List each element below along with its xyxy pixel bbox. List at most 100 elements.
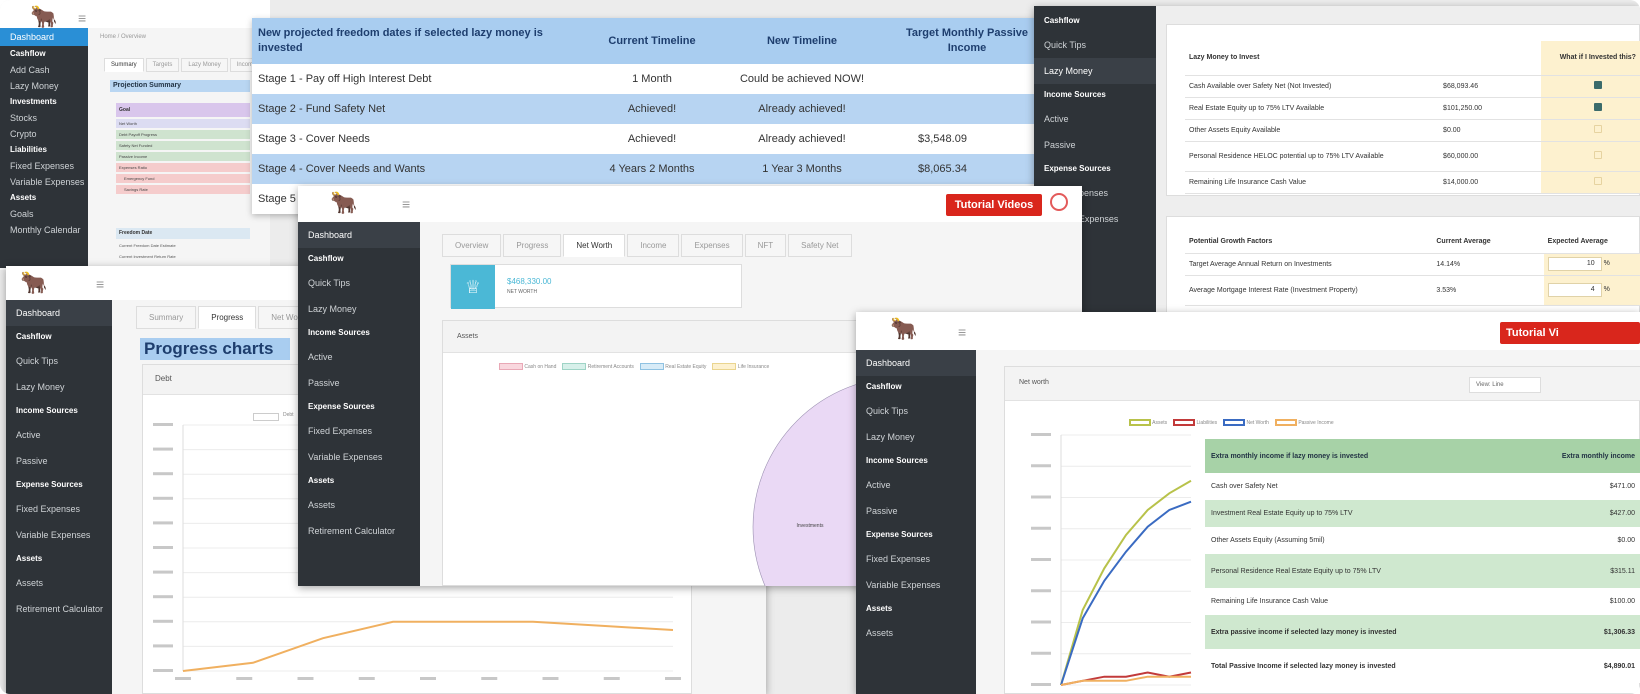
y-tick-label: [153, 546, 173, 549]
sidebar-item[interactable]: Retirement Calculator: [298, 518, 420, 544]
tab-summary[interactable]: Summary: [104, 58, 144, 72]
sidebar-item[interactable]: Dashboard: [298, 222, 420, 248]
y-tick-label: [153, 619, 173, 623]
sidebar-item[interactable]: Active: [1034, 106, 1156, 132]
sidebar-item[interactable]: Quick Tips: [6, 348, 112, 374]
expected-rate-input[interactable]: 4: [1547, 283, 1602, 297]
y-tick-label: [1031, 683, 1051, 686]
pie-tabs: Overview Progress Net Worth Income Expen…: [442, 234, 852, 257]
legend-label: Passive Income: [1298, 419, 1334, 426]
table-row: Other Assets Equity Available $0.00: [1185, 119, 1640, 142]
bull-logo-icon[interactable]: 🐂: [330, 190, 357, 216]
sidebar-item[interactable]: Fixed Expenses: [298, 418, 420, 444]
table-row: Total Passive Income if selected lazy mo…: [1205, 649, 1640, 683]
sidebar-item[interactable]: Fixed Expenses: [0, 158, 88, 174]
extra-label: Total Passive Income if selected lazy mo…: [1205, 649, 1505, 683]
sidebar-item[interactable]: Lazy Money: [856, 424, 976, 450]
net-worth-window: 🐂 ≡ Tutorial Vi Dashboard Cashflow Quick…: [856, 312, 1640, 694]
bull-logo-icon[interactable]: 🐂: [890, 316, 917, 342]
sidebar-item[interactable]: Assets: [298, 492, 420, 518]
checkbox-empty-icon[interactable]: [1593, 151, 1602, 159]
checkbox-checked-icon[interactable]: [1593, 81, 1602, 89]
hamburger-menu-icon[interactable]: ≡: [78, 10, 86, 26]
sidebar-item[interactable]: Variable Expenses: [298, 444, 420, 470]
sidebar-item[interactable]: Variable Expenses: [6, 522, 112, 548]
sidebar-item[interactable]: Lazy Money: [6, 374, 112, 400]
sidebar-item[interactable]: Stocks: [0, 110, 88, 126]
x-tick-label: [603, 677, 620, 680]
view-select[interactable]: View: Line: [1469, 377, 1541, 393]
sidebar-item[interactable]: Active: [298, 344, 420, 370]
new-cell: 1 Year 3 Months: [722, 154, 882, 184]
y-tick-label: [1031, 464, 1051, 468]
sidebar-item[interactable]: Monthly Calendar: [0, 222, 88, 238]
tab-net-worth[interactable]: Net Worth: [563, 234, 626, 257]
sidebar-item[interactable]: Active: [856, 472, 976, 498]
sidebar-item[interactable]: Crypto: [0, 126, 88, 142]
hamburger-menu-icon[interactable]: ≡: [402, 196, 410, 212]
checkbox-empty-icon[interactable]: [1593, 125, 1602, 133]
sidebar-item[interactable]: Retirement Calculator: [6, 596, 112, 622]
column-header: New projected freedom dates if selected …: [252, 18, 582, 64]
tutorial-videos-button[interactable]: Tutorial Videos: [946, 194, 1042, 216]
tab-progress[interactable]: Progress: [503, 234, 562, 257]
sidebar-item[interactable]: Lazy Money: [0, 78, 88, 94]
sidebar-item[interactable]: Passive: [6, 448, 112, 474]
tab-nft[interactable]: NFT: [744, 234, 787, 257]
growth-current: 14.14%: [1432, 253, 1544, 276]
tab-overview[interactable]: Overview: [442, 234, 502, 257]
sidebar-item[interactable]: Lazy Money: [1034, 58, 1156, 84]
bull-logo-icon[interactable]: 🐂: [30, 4, 57, 30]
sidebar-item[interactable]: Assets: [856, 620, 976, 646]
checkbox-checked-icon[interactable]: [1593, 103, 1602, 111]
sidebar-item[interactable]: Goals: [0, 206, 88, 222]
tab-progress[interactable]: Progress: [198, 306, 257, 329]
tab-expenses[interactable]: Expenses: [681, 234, 743, 257]
legend-item: Passive Income: [1274, 419, 1334, 426]
sidebar-item[interactable]: Quick Tips: [298, 270, 420, 296]
checkbox-empty-icon[interactable]: [1593, 177, 1602, 185]
tutorial-videos-button[interactable]: Tutorial Vi: [1500, 322, 1640, 344]
sidebar-item: Cashflow: [866, 382, 902, 391]
hamburger-menu-icon[interactable]: ≡: [96, 276, 104, 292]
extra-value: $100.00: [1505, 588, 1640, 615]
sidebar-item[interactable]: Passive: [856, 498, 976, 524]
sidebar-item[interactable]: Passive: [1034, 132, 1156, 158]
tab-income[interactable]: Income: [627, 234, 680, 257]
lazy-label: Other Assets Equity Available: [1185, 119, 1440, 142]
sidebar-item[interactable]: Active: [6, 422, 112, 448]
sidebar-item: Assets: [16, 554, 43, 563]
lazy-label: Remaining Life Insurance Cash Value: [1185, 171, 1440, 194]
pie-legend: Cash on Hand Retirement Accounts Real Es…: [499, 363, 769, 370]
stage-cell: Stage 1 - Pay off High Interest Debt: [252, 64, 582, 94]
sidebar-item[interactable]: Dashboard: [6, 300, 112, 326]
sidebar-item[interactable]: Fixed Expenses: [856, 546, 976, 572]
sidebar-item[interactable]: Variable Expenses: [856, 572, 976, 598]
stat-value: $468,330.00: [507, 277, 552, 286]
settings-gear-icon[interactable]: [1050, 193, 1068, 211]
goal-row: Passive Income: [116, 152, 250, 161]
sidebar-item[interactable]: Quick Tips: [1034, 32, 1156, 58]
bull-logo-icon[interactable]: 🐂: [20, 270, 47, 296]
tab-targets[interactable]: Targets: [145, 58, 180, 72]
tab-safety-net[interactable]: Safety Net: [788, 234, 852, 257]
sidebar-item[interactable]: Variable Expenses: [0, 174, 88, 190]
legend-label: Retirement Accounts: [587, 363, 634, 370]
sidebar-item[interactable]: Dashboard: [856, 350, 976, 376]
tab-lazy-money[interactable]: Lazy Money: [181, 58, 228, 72]
sidebar-item: Liabilities: [10, 145, 47, 154]
target-cell: $8,065.34: [882, 154, 1052, 184]
sidebar-item[interactable]: Lazy Money: [298, 296, 420, 322]
legend-item: Cash on Hand: [499, 363, 556, 370]
table-row: Remaining Life Insurance Cash Value $100…: [1205, 588, 1640, 615]
sidebar-item[interactable]: Add Cash: [0, 62, 88, 78]
sidebar-item[interactable]: Assets: [6, 570, 112, 596]
sidebar-item[interactable]: Fixed Expenses: [6, 496, 112, 522]
expected-rate-input[interactable]: 10: [1547, 257, 1602, 271]
sidebar-item[interactable]: Dashboard: [0, 28, 88, 46]
sidebar-item[interactable]: Passive: [298, 370, 420, 396]
tab-summary[interactable]: Summary: [136, 306, 197, 329]
sidebar-item[interactable]: Quick Tips: [856, 398, 976, 424]
hamburger-menu-icon[interactable]: ≡: [958, 324, 966, 340]
y-tick-label: [153, 644, 173, 648]
